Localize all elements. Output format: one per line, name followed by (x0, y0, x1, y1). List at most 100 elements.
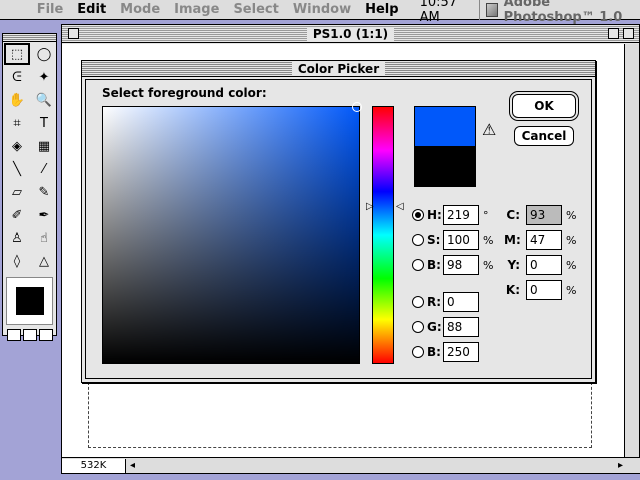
menu-divider (479, 0, 480, 20)
menu-edit[interactable]: Edit (70, 2, 113, 17)
foreground-color-swatch[interactable] (15, 287, 44, 315)
yellow-row: Y: 0 % (504, 255, 576, 275)
menu-window[interactable]: Window (286, 2, 358, 17)
color-field-cursor-icon[interactable] (352, 102, 362, 112)
hue-row: H: 219 ° (412, 205, 489, 225)
yellow-field[interactable]: 0 (526, 255, 562, 275)
gamut-warning-icon[interactable]: ⚠ (482, 120, 496, 139)
red-label: R: (427, 295, 442, 309)
magenta-unit: % (566, 233, 577, 247)
magenta-field[interactable]: 47 (526, 230, 562, 250)
hue-slider-right-arrow-icon[interactable]: ◁ (396, 201, 404, 212)
original-color-swatch[interactable] (414, 146, 476, 187)
full-screen-mode-button[interactable] (38, 329, 53, 341)
dialog-title-bar[interactable]: Color Picker (82, 61, 595, 77)
hue-radio[interactable] (412, 209, 424, 221)
black-row: K: 0 % (504, 280, 576, 300)
saturation-label: S: (427, 233, 441, 247)
eyedropper-tool-icon[interactable]: ⁄ (31, 158, 57, 180)
lasso-tool-icon[interactable]: ᕮ (4, 66, 30, 88)
close-box-icon[interactable] (68, 28, 79, 39)
red-field[interactable]: 0 (443, 292, 479, 312)
document-size-readout[interactable]: 532K (62, 458, 126, 473)
document-title-bar[interactable]: PS1.0 (1:1) (62, 25, 639, 43)
line-tool-icon[interactable]: ╲ (4, 158, 30, 180)
dialog-body: Select foreground color: ▷ ◁ ⚠ OK Cancel… (85, 79, 592, 379)
green-radio[interactable] (412, 321, 424, 333)
pencil-tool-icon[interactable]: ✎ (31, 181, 57, 203)
saturation-field[interactable]: 100 (443, 230, 479, 250)
new-color-swatch (414, 106, 476, 146)
collapse-box-icon[interactable] (623, 28, 634, 39)
ellipse-marquee-tool-icon[interactable]: ◯ (31, 43, 57, 65)
zoom-box-icon[interactable] (608, 28, 619, 39)
color-field[interactable] (102, 102, 362, 364)
vertical-scrollbar[interactable] (624, 44, 639, 457)
brightness-label: B: (427, 258, 441, 272)
red-row: R: 0 (412, 292, 479, 312)
magenta-label: M: (504, 233, 521, 247)
brightness-radio[interactable] (412, 259, 424, 271)
magic-wand-tool-icon[interactable]: ✦ (31, 66, 57, 88)
full-screen-menu-mode-button[interactable] (22, 329, 37, 341)
brightness-row: B: 98 % (412, 255, 493, 275)
eraser-tool-icon[interactable]: ▱ (4, 181, 30, 203)
hue-label: H: (427, 208, 442, 222)
rubber-stamp-tool-icon[interactable]: ♙ (4, 227, 30, 249)
document-status-bar: 532K ◂ ▸ (62, 457, 640, 473)
selection-marquee (88, 382, 592, 448)
blue-field[interactable]: 250 (443, 342, 479, 362)
screen-mode-buttons (3, 329, 56, 341)
cyan-row: C: 93 % (504, 205, 576, 225)
dialog-title: Color Picker (291, 61, 386, 76)
menu-file[interactable]: File (30, 2, 71, 17)
hue-unit: ° (483, 208, 489, 222)
hand-tool-icon[interactable]: ✋ (4, 89, 30, 111)
menu-mode[interactable]: Mode (113, 2, 167, 17)
tool-palette-title-bar[interactable] (3, 34, 56, 42)
menu-select[interactable]: Select (226, 2, 285, 17)
menu-clock: 10:57 AM (419, 0, 458, 25)
black-unit: % (566, 283, 577, 297)
black-field[interactable]: 0 (526, 280, 562, 300)
crop-tool-icon[interactable]: ⌗ (4, 112, 30, 134)
application-menu[interactable]: Adobe Photoshop™ 1.0 (504, 0, 640, 25)
smudge-tool-icon[interactable]: ☝ (31, 227, 57, 249)
cancel-button[interactable]: Cancel (514, 126, 574, 146)
rectangle-marquee-tool-icon[interactable]: ⬚ (4, 43, 30, 65)
menu-help[interactable]: Help (358, 2, 405, 17)
paintbrush-tool-icon[interactable]: ✒ (31, 204, 57, 226)
airbrush-tool-icon[interactable]: ✐ (4, 204, 30, 226)
ok-button[interactable]: OK (512, 94, 576, 118)
green-field[interactable]: 88 (443, 317, 479, 337)
saturation-row: S: 100 % (412, 230, 493, 250)
hue-field[interactable]: 219 (443, 205, 479, 225)
dialog-prompt: Select foreground color: (102, 86, 267, 100)
scroll-left-arrow-icon[interactable]: ◂ (130, 460, 135, 471)
paint-bucket-tool-icon[interactable]: ◈ (4, 135, 30, 157)
hue-slider-left-arrow-icon[interactable]: ▷ (366, 201, 374, 212)
hue-slider[interactable] (372, 106, 394, 364)
zoom-tool-icon[interactable]: 🔍 (31, 89, 57, 111)
tool-palette: ⬚ ◯ ᕮ ✦ ✋ 🔍 ⌗ T ◈ ▦ ╲ ⁄ ▱ ✎ ✐ ✒ ♙ ☝ ◊ △ (2, 33, 57, 341)
yellow-unit: % (566, 258, 577, 272)
green-label: G: (427, 320, 442, 334)
saturation-radio[interactable] (412, 234, 424, 246)
brightness-unit: % (483, 258, 494, 272)
document-title: PS1.0 (1:1) (306, 26, 395, 41)
menu-image[interactable]: Image (167, 2, 226, 17)
sharpen-tool-icon[interactable]: △ (31, 250, 57, 272)
blue-radio[interactable] (412, 346, 424, 358)
gradient-tool-icon[interactable]: ▦ (31, 135, 57, 157)
scroll-right-arrow-icon[interactable]: ▸ (618, 460, 623, 471)
standard-screen-mode-button[interactable] (6, 329, 21, 341)
red-radio[interactable] (412, 296, 424, 308)
photoshop-app-icon[interactable] (486, 2, 498, 17)
cyan-field[interactable]: 93 (526, 205, 562, 225)
blue-row: B: 250 (412, 342, 479, 362)
black-label: K: (505, 283, 520, 297)
brightness-field[interactable]: 98 (443, 255, 479, 275)
horizontal-scrollbar[interactable]: ◂ ▸ (126, 458, 640, 473)
type-tool-icon[interactable]: T (31, 112, 57, 134)
blur-tool-icon[interactable]: ◊ (4, 250, 30, 272)
